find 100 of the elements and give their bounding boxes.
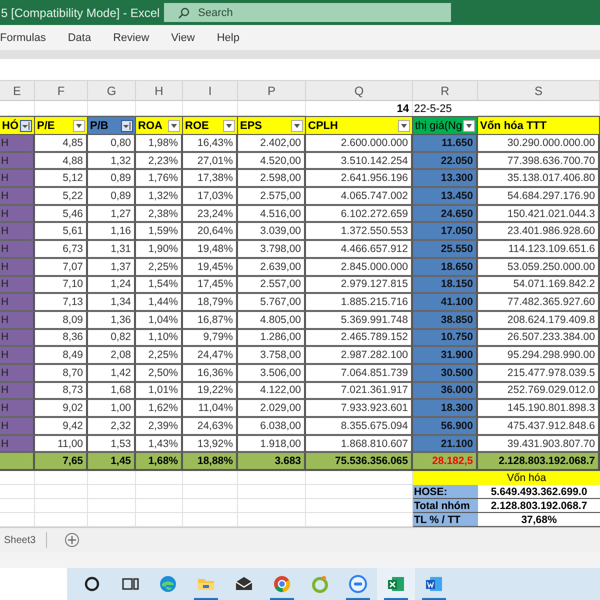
table-cell: 2,32 bbox=[88, 418, 136, 436]
table-cell: 20,64% bbox=[183, 223, 238, 242]
table-cell: 8,49 bbox=[35, 347, 88, 365]
table-cell: 9,02 bbox=[35, 400, 88, 418]
empty-cell bbox=[88, 471, 136, 486]
window-title: 5 [Compatibility Mode] - Excel bbox=[0, 6, 161, 20]
table-cell: 5,46 bbox=[35, 206, 88, 224]
filter-button[interactable] bbox=[463, 120, 475, 132]
table-cell: 215.477.978.039.5 bbox=[478, 364, 600, 383]
browser-icon[interactable] bbox=[158, 574, 178, 594]
table-cell: 77.482.365.927.60 bbox=[478, 294, 600, 312]
table-cell: 8,73 bbox=[35, 382, 88, 400]
filter-button[interactable] bbox=[20, 120, 32, 132]
empty-cell bbox=[183, 485, 238, 500]
menu-item[interactable]: Help bbox=[216, 32, 240, 44]
table-cell: 54.684.297.176.90 bbox=[478, 188, 600, 206]
sheet-tab[interactable]: Sheet3 bbox=[0, 532, 47, 548]
column-header[interactable]: F bbox=[35, 81, 88, 101]
menu-item[interactable]: Review bbox=[113, 32, 150, 44]
total-cell: 28.182,5 bbox=[413, 453, 478, 472]
filter-button[interactable] bbox=[223, 120, 235, 132]
table-cell: 1,24 bbox=[88, 276, 136, 294]
table-cell: 17.050 bbox=[413, 223, 478, 242]
table-cell: 22.050 bbox=[413, 152, 478, 170]
table-cell: 16,43% bbox=[183, 135, 238, 153]
column-header[interactable]: G bbox=[88, 81, 136, 101]
table-cell: 6.038,00 bbox=[238, 418, 306, 436]
table-cell: 2,25% bbox=[136, 347, 183, 365]
table-cell: 1,62% bbox=[136, 400, 183, 418]
menu-item[interactable]: Data bbox=[68, 32, 92, 44]
caret-icon bbox=[401, 124, 407, 128]
caret-icon bbox=[76, 124, 82, 128]
caret-icon bbox=[466, 124, 472, 128]
table-cell: 17,38% bbox=[183, 170, 238, 188]
table-cell: 31.900 bbox=[413, 347, 478, 365]
empty-cell bbox=[238, 485, 306, 500]
total-cell: 1,45 bbox=[88, 453, 136, 472]
total-cell: 75.536.356.065 bbox=[306, 453, 413, 472]
summary-value: 5.649.493.362.699.0 bbox=[478, 485, 600, 500]
column-header[interactable]: E bbox=[0, 81, 35, 101]
table-cell: H bbox=[0, 135, 35, 153]
table-cell: 5,22 bbox=[35, 188, 88, 206]
table-cell: 1,00 bbox=[88, 400, 136, 418]
table-cell: H bbox=[0, 294, 35, 312]
table-cell: 9,42 bbox=[35, 418, 88, 436]
table-cell: 145.190.801.898.3 bbox=[478, 400, 600, 418]
filter-button[interactable] bbox=[168, 120, 180, 132]
table-cell: H bbox=[0, 258, 35, 276]
table-cell: 150.421.021.044.3 bbox=[478, 206, 600, 224]
table-cell: 3.798,00 bbox=[238, 241, 306, 259]
column-header[interactable]: P bbox=[238, 81, 306, 101]
table-cell: H bbox=[0, 223, 35, 242]
table-cell: 7,13 bbox=[35, 294, 88, 312]
table-cell: 8,09 bbox=[35, 312, 88, 330]
menu-item[interactable]: Formulas bbox=[0, 32, 46, 44]
table-cell: 9,79% bbox=[183, 330, 238, 348]
table-cell: 19,48% bbox=[183, 241, 238, 259]
table-cell: 24,47% bbox=[183, 347, 238, 365]
column-header[interactable]: R bbox=[413, 81, 478, 101]
table-cell: 56.900 bbox=[413, 418, 478, 436]
filter-button[interactable] bbox=[291, 120, 303, 132]
table-cell: H bbox=[0, 436, 35, 454]
column-header[interactable]: S bbox=[478, 81, 600, 101]
empty-cell bbox=[136, 485, 183, 500]
table-cell: 2.639,00 bbox=[238, 258, 306, 276]
chat-icon[interactable] bbox=[348, 574, 368, 594]
table-cell: 1,01% bbox=[136, 382, 183, 400]
empty-cell bbox=[183, 471, 238, 486]
search-field[interactable]: Search bbox=[164, 3, 451, 22]
table-cell: 1,90% bbox=[136, 241, 183, 259]
empty-cell bbox=[136, 471, 183, 486]
add-sheet-button[interactable] bbox=[64, 533, 79, 548]
table-cell: 4.805,00 bbox=[238, 312, 306, 330]
summary-label: TL % / TT bbox=[413, 513, 478, 528]
column-header[interactable]: Q bbox=[306, 81, 413, 101]
column-header[interactable]: I bbox=[183, 81, 238, 101]
empty-cell bbox=[136, 499, 183, 514]
table-cell: 2,23% bbox=[136, 152, 183, 170]
table-cell: 19,45% bbox=[183, 258, 238, 276]
table-cell: 2,38% bbox=[136, 206, 183, 224]
table-cell: 208.624.179.409.8 bbox=[478, 312, 600, 330]
empty-cell bbox=[183, 499, 238, 514]
total-cell: 1,68% bbox=[136, 453, 183, 472]
column-header[interactable]: H bbox=[136, 81, 183, 101]
search-icon bbox=[178, 6, 190, 18]
filter-button[interactable] bbox=[121, 120, 133, 132]
table-cell: H bbox=[0, 330, 35, 348]
table-cell: 95.294.298.990.00 bbox=[478, 347, 600, 365]
menu-item[interactable]: View bbox=[171, 32, 195, 44]
table-cell: 2.402,00 bbox=[238, 135, 306, 153]
empty-cell bbox=[35, 485, 88, 500]
empty-cell bbox=[35, 471, 88, 486]
header-label: CPLH bbox=[308, 120, 338, 132]
table-cell: 23.401.986.928.60 bbox=[478, 223, 600, 242]
filter-button[interactable] bbox=[398, 120, 410, 132]
sort-icon bbox=[22, 122, 30, 130]
table-cell: 10.750 bbox=[413, 330, 478, 348]
table-cell: 8,70 bbox=[35, 364, 88, 383]
table-cell: 36.000 bbox=[413, 382, 478, 400]
filter-button[interactable] bbox=[73, 120, 85, 132]
